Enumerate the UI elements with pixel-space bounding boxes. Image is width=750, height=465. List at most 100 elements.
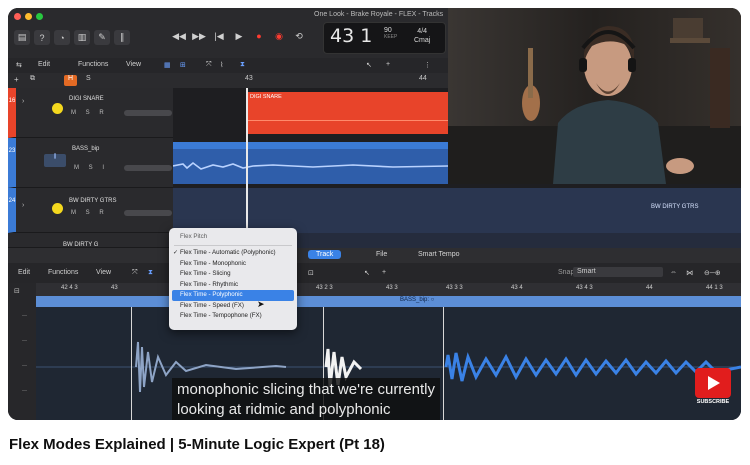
window-controls	[14, 13, 43, 20]
flex-option-polyphonic[interactable]: Flex Time - Polyphonic	[172, 290, 294, 301]
playhead[interactable]	[246, 88, 248, 248]
snap-icon[interactable]: ⋮	[424, 61, 431, 69]
smart-controls-icon[interactable]: ◔	[54, 30, 70, 45]
track-mute-solo-record[interactable]: M S R	[71, 110, 108, 116]
flex-mode-menu[interactable]: Flex Pitch ✓ Flex Time - Automatic (Poly…	[169, 228, 297, 330]
flex-option-label: Flex Time - Polyphonic	[180, 291, 243, 298]
fast-forward-icon[interactable]: ▶▶	[192, 30, 206, 42]
track-number: 24	[8, 188, 16, 232]
editor-waveform-zoom-icon[interactable]: ⋈	[686, 269, 693, 277]
menu-view[interactable]: View	[126, 61, 141, 68]
editor-marquee-icon[interactable]: +	[382, 269, 386, 276]
region-label: DIGI SNARE	[250, 94, 282, 100]
track-mute-solo-record[interactable]: M S R	[71, 210, 108, 216]
region-bw-dirty-gtrs[interactable]: BW DIRTY GTRS	[173, 188, 741, 233]
editor-ruler[interactable]: 42 4 34343 1 343 243 2 343 343 3 343 443…	[36, 283, 741, 296]
go-to-start-icon[interactable]: |◀	[213, 30, 225, 42]
region-digi-snare[interactable]: DIGI SNARE	[246, 92, 448, 134]
track-row-bw-dirty-g[interactable]: BW DIRTY G	[8, 233, 173, 248]
flex-option-rhythmic[interactable]: Flex Time - Rhythmic	[169, 280, 297, 291]
play-icon[interactable]: ▶	[233, 30, 245, 42]
zoom-window-button[interactable]	[36, 13, 43, 20]
region-label: BW DIRTY GTRS	[651, 204, 699, 210]
audio-track-icon: ⫼	[44, 154, 66, 167]
record-icon[interactable]: ●	[253, 30, 265, 42]
editor-zoom-icon[interactable]: ⇔	[670, 269, 677, 276]
flex-option-tempophone[interactable]: Flex Time - Tempophone (FX)	[169, 311, 297, 322]
caption-line: looking at ridmic and polyphonic	[177, 401, 391, 418]
sidebar-toggle-icon[interactable]: ⇆	[16, 61, 22, 69]
flex-menu-header[interactable]: Flex Pitch	[169, 231, 297, 243]
region-bass[interactable]	[173, 142, 448, 184]
tab-file[interactable]: File	[368, 250, 395, 259]
hide-track-icon[interactable]: H	[64, 75, 77, 86]
help-icon[interactable]: ?	[34, 30, 50, 45]
marquee-tool-icon[interactable]: +	[386, 61, 390, 68]
cycle-icon[interactable]: ⟲	[293, 30, 305, 42]
track-row-bass[interactable]: 23 ⫼ BASS_bip M S I	[8, 138, 173, 188]
duplicate-track-icon[interactable]: ⧉	[30, 75, 35, 83]
tempo-label: KEEP	[384, 34, 398, 40]
scale-tick: —	[22, 388, 27, 394]
add-track-icon[interactable]: +	[14, 75, 19, 84]
lcd-display[interactable]: 43 1 90 KEEP 4/4 Cmaj	[323, 22, 446, 54]
editor-tool-icon[interactable]: ⊡	[308, 269, 314, 277]
track-row-bw-dirty-gtrs[interactable]: 24 › BW DIRTY GTRS M S R	[8, 188, 173, 233]
caption-line: monophonic slicing that we're currently	[177, 381, 435, 398]
volume-slider[interactable]	[124, 210, 172, 216]
editor-region-bar[interactable]: BASS_bip: ○	[36, 296, 741, 307]
flex-view-icon[interactable]: ⊞	[180, 61, 186, 69]
editor-zoom-slider[interactable]: ⊖─⊕	[704, 269, 721, 277]
library-icon[interactable]: ▤	[14, 30, 30, 45]
menu-edit[interactable]: Edit	[38, 61, 50, 68]
volume-slider[interactable]	[124, 165, 172, 171]
catch-icon[interactable]: ⤧	[206, 61, 212, 69]
minimize-window-button[interactable]	[25, 13, 32, 20]
flex-option-slicing[interactable]: Flex Time - Slicing	[169, 269, 297, 280]
mixer-icon[interactable]: ▥	[74, 30, 90, 45]
flex-option-speed[interactable]: Flex Time - Speed (FX)	[169, 301, 297, 312]
video-player[interactable]: One Look - Brake Royale - FLEX - Tracks …	[8, 8, 741, 420]
disclosure-icon[interactable]: ›	[22, 202, 24, 209]
close-window-button[interactable]	[14, 13, 21, 20]
track-row-digi-snare[interactable]: 16 › DIGI SNARE M S R	[8, 88, 173, 138]
top-ruler[interactable]: 43 44	[173, 73, 448, 88]
flex-marker[interactable]	[131, 307, 132, 420]
menu-functions[interactable]: Functions	[78, 61, 108, 68]
tab-track[interactable]: Track	[308, 250, 342, 259]
mouse-cursor-icon: ➤	[257, 299, 265, 309]
snap-dropdown[interactable]: Smart	[573, 267, 663, 277]
subscribe-button[interactable]: SUBSCRIBE	[694, 368, 732, 408]
track-icon	[52, 203, 63, 214]
flex-option-label: Flex Time - Automatic (Polyphonic)	[180, 249, 276, 256]
track-mute-solo-record[interactable]: M S I	[74, 165, 108, 171]
editor-menu-functions[interactable]: Functions	[48, 269, 78, 276]
editor-ruler-mark: 43 3	[386, 285, 398, 291]
bass-waveform	[173, 142, 448, 170]
editor-flex-icon[interactable]: ⧗	[148, 269, 153, 277]
flex-marker[interactable]	[443, 307, 444, 420]
tab-smart-tempo[interactable]: Smart Tempo	[410, 250, 468, 259]
global-tracks-icon[interactable]: S	[86, 75, 91, 82]
editor-menu-edit[interactable]: Edit	[18, 269, 30, 276]
pointer-tool-icon[interactable]: ↖	[366, 61, 372, 69]
flex-option-automatic[interactable]: ✓ Flex Time - Automatic (Polyphonic)	[169, 248, 297, 259]
list-editors-icon[interactable]: ∥	[114, 30, 130, 45]
automation-icon[interactable]: ⌇	[220, 61, 223, 69]
editor-pointer-icon[interactable]: ↖	[364, 269, 370, 277]
capture-record-icon[interactable]: ◉	[273, 30, 285, 42]
editor-catch-icon[interactable]: ⤧	[132, 269, 138, 277]
track-name: BW DIRTY GTRS	[69, 198, 117, 204]
editor-ruler-mark: 42 4 3	[61, 285, 78, 291]
ruler-mark: 43	[245, 75, 253, 82]
volume-slider[interactable]	[124, 110, 172, 116]
flex-icon[interactable]: ⧗	[240, 61, 245, 69]
editor-menu-view[interactable]: View	[96, 269, 111, 276]
grid-icon[interactable]: ▦	[164, 61, 171, 69]
disclosure-icon[interactable]: ›	[22, 98, 24, 105]
rewind-icon[interactable]: ◀◀	[172, 30, 186, 42]
video-title[interactable]: Flex Modes Explained | 5-Minute Logic Ex…	[9, 436, 385, 453]
editor-sidebar-icon[interactable]: ⊟	[14, 287, 20, 295]
flex-option-monophonic[interactable]: Flex Time - Monophonic	[169, 259, 297, 270]
editors-icon[interactable]: ✎	[94, 30, 110, 45]
